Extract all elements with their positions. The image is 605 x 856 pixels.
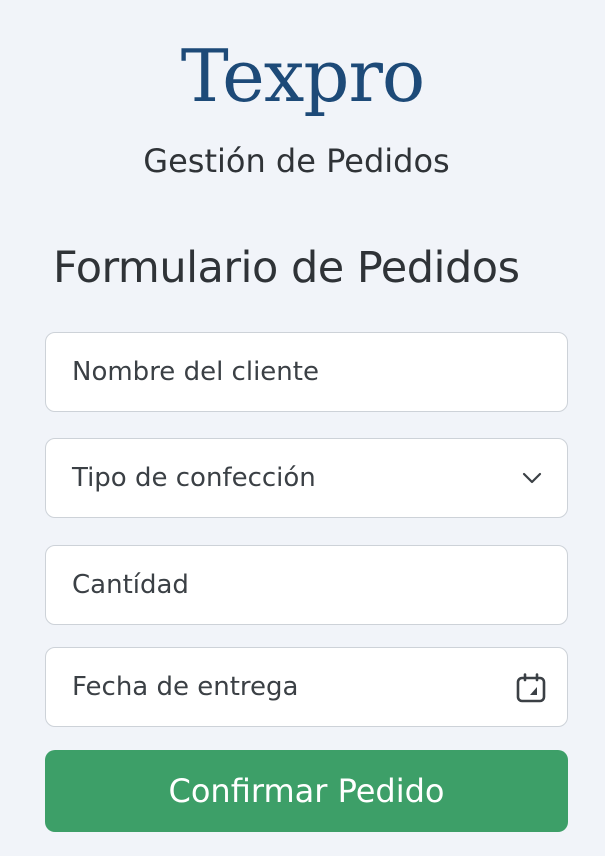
client-name-input[interactable]: [72, 333, 502, 411]
chevron-down-icon: [522, 472, 542, 484]
delivery-date-field[interactable]: [45, 647, 568, 727]
garment-type-select[interactable]: Tipo de confección: [45, 438, 568, 518]
client-name-field[interactable]: [45, 332, 568, 412]
quantity-field[interactable]: [45, 545, 568, 625]
garment-type-selected-value: Tipo de confección: [72, 463, 316, 493]
form-title: Formulario de Pedidos: [53, 243, 520, 293]
brand-logo: Texpro: [180, 34, 426, 118]
delivery-date-input[interactable]: [72, 648, 502, 726]
calendar-icon[interactable]: [515, 672, 547, 704]
brand-tagline: Gestión de Pedidos: [143, 142, 450, 180]
confirm-order-button[interactable]: Confirmar Pedido: [45, 750, 568, 832]
quantity-input[interactable]: [72, 546, 502, 624]
